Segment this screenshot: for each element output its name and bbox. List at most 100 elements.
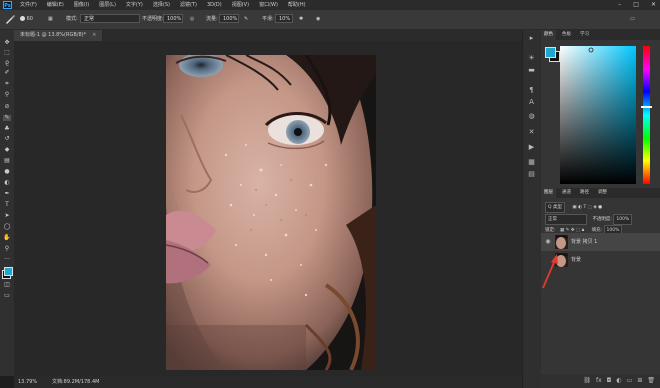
mode-select[interactable]: 正常 bbox=[80, 14, 140, 23]
smoothing-value: 10% bbox=[279, 16, 291, 22]
brush-tool-button[interactable]: ✎ bbox=[3, 115, 11, 121]
paragraph-icon[interactable]: ¶ bbox=[527, 86, 536, 94]
minimize-button[interactable]: – bbox=[618, 0, 621, 10]
flow-input[interactable]: 100% bbox=[219, 14, 239, 23]
smoothing-input[interactable]: 10% bbox=[275, 14, 293, 23]
visibility-eye-icon[interactable]: ◉ bbox=[544, 233, 552, 251]
maximize-button[interactable]: □ bbox=[633, 0, 639, 10]
history-brush-tool-icon[interactable]: ↺ bbox=[3, 136, 11, 142]
fx-icon[interactable]: fx bbox=[596, 374, 602, 388]
menu-help[interactable]: 帮助(H) bbox=[288, 0, 306, 10]
dodge-tool-icon[interactable]: ◐ bbox=[3, 180, 11, 186]
actions-icon[interactable]: ▶ bbox=[527, 143, 536, 151]
menu-bar: Ps 文件(F) 编辑(E) 图像(I) 图层(L) 文字(Y) 选择(S) 滤… bbox=[0, 0, 660, 10]
opacity-input[interactable]: 100% bbox=[163, 14, 183, 23]
new-layer-icon[interactable]: ⊞ bbox=[637, 374, 642, 388]
zoom-tool-icon[interactable]: ⚲ bbox=[3, 246, 11, 252]
info-icon[interactable]: ▬ bbox=[527, 66, 536, 74]
smoothing-options-icon[interactable]: ✱ bbox=[299, 15, 303, 24]
brush-tool-icon[interactable] bbox=[5, 15, 15, 24]
color-panel-tabs: 颜色 色板 学习 bbox=[541, 30, 660, 40]
type-tool-icon[interactable]: T bbox=[3, 202, 11, 208]
filter-icons[interactable]: ▣ ◐ T ⬚ ◈ ● bbox=[572, 205, 602, 210]
workspace-icon[interactable]: ▭ bbox=[630, 15, 635, 24]
clone-stamp-tool-icon[interactable]: ♣ bbox=[3, 126, 11, 132]
tab-color[interactable]: 颜色 bbox=[541, 30, 556, 40]
hand-tool-icon[interactable]: ✋ bbox=[3, 235, 11, 241]
quick-mask-icon[interactable]: ◫ bbox=[3, 282, 11, 288]
layer-name: 背景 bbox=[571, 257, 582, 263]
crop-tool-icon[interactable]: ⌗ bbox=[3, 81, 11, 87]
adjustments-icon[interactable]: ☀ bbox=[527, 54, 536, 62]
menu-list: 文件(F) 编辑(E) 图像(I) 图层(L) 文字(Y) 选择(S) 滤镜(T… bbox=[20, 0, 306, 10]
menu-image[interactable]: 图像(I) bbox=[74, 0, 89, 10]
pressure-size-icon[interactable]: ◉ bbox=[316, 15, 320, 24]
lasso-tool-icon[interactable]: ϱ bbox=[3, 60, 11, 66]
document-tab-bar: 未标题-1 @ 13.8%(RGB/8)* × bbox=[14, 30, 522, 41]
move-tool-icon[interactable]: ✥ bbox=[3, 40, 11, 46]
window-controls: – □ ✕ bbox=[618, 0, 656, 10]
tab-paths[interactable]: 路径 bbox=[577, 188, 592, 198]
eraser-tool-icon[interactable]: ◆ bbox=[3, 147, 11, 153]
layer-row-background-copy[interactable]: ◉ 背景 拷贝 1 bbox=[541, 233, 660, 251]
canvas-area[interactable] bbox=[14, 41, 522, 376]
folder-icon[interactable]: ▭ bbox=[627, 374, 633, 388]
layer-filter-row: Q 类型 ▣ ◐ T ⬚ ◈ ● bbox=[545, 202, 602, 213]
more-tools-icon[interactable]: ··· bbox=[3, 257, 11, 263]
hue-slider-handle[interactable] bbox=[641, 106, 652, 108]
trash-icon[interactable]: 🗑︎ bbox=[647, 374, 655, 388]
portrait-photo[interactable] bbox=[166, 55, 376, 370]
menu-edit[interactable]: 编辑(E) bbox=[47, 0, 64, 10]
tab-layers[interactable]: 图层 bbox=[541, 188, 556, 198]
path-select-tool-icon[interactable]: ➤ bbox=[3, 213, 11, 219]
gradient-tool-icon[interactable]: ▤ bbox=[3, 158, 11, 164]
tab-swatches[interactable]: 色板 bbox=[559, 30, 574, 40]
collapsed-panel-strip: ▸ ☀ ▬ ¶ A ◍ ✕ ▶ ▦ ▤ bbox=[522, 30, 542, 388]
blend-mode-select[interactable]: 正常 bbox=[545, 214, 587, 225]
foreground-swatch[interactable] bbox=[545, 47, 556, 58]
eyedropper-tool-icon[interactable]: ⚲ bbox=[3, 92, 11, 98]
menu-file[interactable]: 文件(F) bbox=[20, 0, 37, 10]
menu-select[interactable]: 选择(S) bbox=[153, 0, 170, 10]
tab-channels[interactable]: 通道 bbox=[559, 188, 574, 198]
tab-learn[interactable]: 学习 bbox=[577, 30, 592, 40]
link-icon[interactable]: ⛓ bbox=[583, 374, 591, 388]
document-tab-close-icon[interactable]: × bbox=[92, 32, 96, 38]
document-tab[interactable]: 未标题-1 @ 13.8%(RGB/8)* × bbox=[14, 30, 103, 41]
layer-opacity-input[interactable]: 100% bbox=[613, 214, 633, 225]
color-picker-field[interactable] bbox=[560, 46, 636, 184]
menu-filter[interactable]: 滤镜(T) bbox=[180, 0, 197, 10]
smoothing-label: 平滑: bbox=[262, 16, 274, 22]
adjustment-icon[interactable]: ◐ bbox=[616, 374, 621, 388]
libraries-icon[interactable]: ▤ bbox=[527, 170, 536, 178]
styles-icon[interactable]: ◍ bbox=[527, 112, 536, 120]
menu-view[interactable]: 视图(V) bbox=[232, 0, 249, 10]
blur-tool-icon[interactable]: ● bbox=[3, 169, 11, 175]
quick-select-tool-icon[interactable]: ✐ bbox=[3, 70, 11, 76]
tools-icon[interactable]: ✕ bbox=[527, 128, 536, 136]
properties-icon[interactable]: ▦ bbox=[527, 158, 536, 166]
layer-filter-select[interactable]: Q 类型 bbox=[545, 202, 565, 213]
shape-tool-icon[interactable]: ◯ bbox=[3, 224, 11, 230]
tab-adjustments[interactable]: 调整 bbox=[595, 188, 610, 198]
pen-tool-icon[interactable]: ✒ bbox=[3, 191, 11, 197]
tools-panel: ✥ ⬚ ϱ ✐ ⌗ ⚲ ⊘ ✎ ♣ ↺ ◆ ▤ ● ◐ ✒ T ➤ ◯ ✋ ⚲ … bbox=[0, 30, 15, 376]
pressure-opacity-icon[interactable]: ◎ bbox=[190, 15, 194, 24]
mask-icon[interactable]: ◘ bbox=[607, 374, 612, 388]
healing-brush-tool-icon[interactable]: ⊘ bbox=[3, 104, 11, 110]
airbrush-icon[interactable]: ✎ bbox=[244, 15, 248, 24]
close-button[interactable]: ✕ bbox=[651, 0, 656, 10]
marquee-tool-icon[interactable]: ⬚ bbox=[3, 50, 11, 56]
menu-window[interactable]: 窗口(W) bbox=[259, 0, 278, 10]
foreground-color-swatch[interactable] bbox=[4, 267, 13, 276]
menu-type[interactable]: 文字(Y) bbox=[126, 0, 143, 10]
history-icon[interactable]: ▸ bbox=[527, 34, 536, 42]
character-icon[interactable]: A bbox=[527, 98, 536, 106]
brush-settings-icon[interactable]: ▦ bbox=[48, 15, 53, 24]
brush-preset-picker[interactable]: 60 bbox=[20, 15, 33, 24]
menu-3d[interactable]: 3D(D) bbox=[207, 0, 222, 10]
zoom-level[interactable]: 13.79% bbox=[18, 376, 37, 388]
hue-slider[interactable] bbox=[643, 46, 650, 184]
screen-mode-icon[interactable]: ▭ bbox=[3, 293, 11, 299]
menu-layer[interactable]: 图层(L) bbox=[99, 0, 116, 10]
